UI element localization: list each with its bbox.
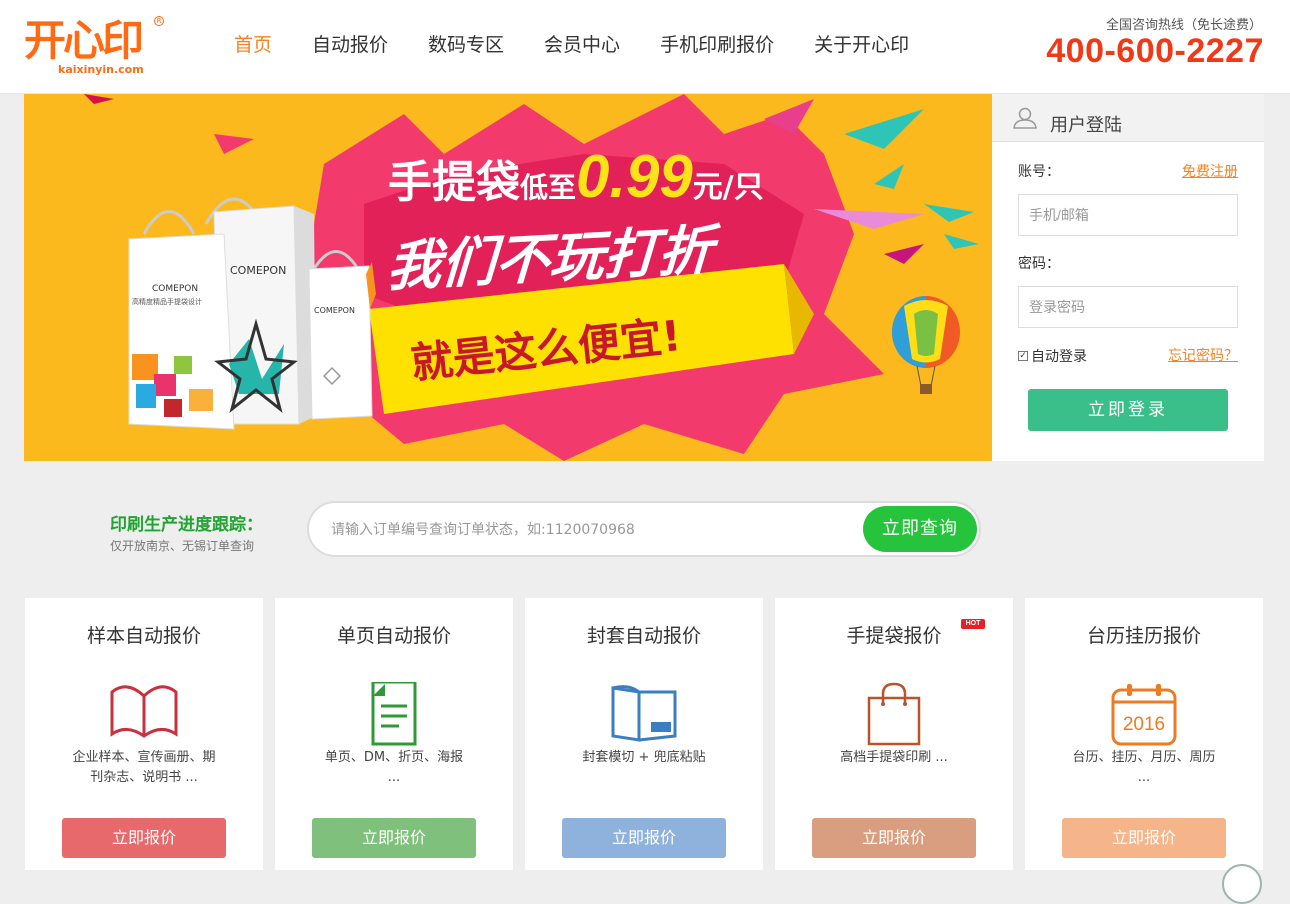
banner-price: 0.99 xyxy=(576,143,693,210)
banner-unit: 元/只 xyxy=(692,170,764,205)
auto-login[interactable]: ✓ 自动登录 xyxy=(1018,346,1087,366)
card-description: 单页、DM、折页、海报 ... xyxy=(324,750,464,785)
card-description: 企业样本、宣传画册、期刊杂志、说明书 ... xyxy=(72,750,216,785)
quote-card-calendar[interactable]: 台历挂历报价 2016 台历、挂历、月历、周历 ... 立即报价 xyxy=(1025,598,1263,870)
card-description: 封套模切 + 兜底粘贴 xyxy=(582,750,706,765)
logo-text: 开心印 xyxy=(24,16,144,65)
password-input[interactable] xyxy=(1018,286,1238,328)
site-logo[interactable]: 开心印 R kaixinyin.com xyxy=(24,16,174,78)
banner-headline: 手提袋低至0.99元/只 xyxy=(388,142,764,211)
bag-caption-left: 高精度精品手提袋设计 xyxy=(132,298,202,306)
confetti-shard xyxy=(84,94,114,104)
card-title: 单页自动报价 xyxy=(336,625,451,647)
confetti-shard xyxy=(884,244,924,264)
site-header: 开心印 R kaixinyin.com 首页 自动报价 数码专区 会员中心 手机… xyxy=(0,0,1290,94)
shopping-bag-icon xyxy=(867,682,921,746)
quote-card-brochure[interactable]: 样本自动报价 企业样本、宣传画册、期刊杂志、说明书 ... 立即报价 xyxy=(25,598,263,870)
banner-low-text: 低至 xyxy=(520,171,577,204)
quote-card-cover[interactable]: 封套自动报价 封套模切 + 兜底粘贴 立即报价 xyxy=(525,598,763,870)
confetti-shard xyxy=(874,164,904,189)
forgot-password-link[interactable]: 忘记密码？ xyxy=(1168,345,1238,365)
calendar-icon: 2016 xyxy=(1111,684,1177,746)
bag-brand-left: COMEPON xyxy=(152,284,199,294)
login-button[interactable]: 立即登录 xyxy=(1028,389,1228,431)
card-title: 台历挂历报价 xyxy=(1086,625,1201,647)
card-title: 样本自动报价 xyxy=(86,625,201,647)
login-panel: 用户登陆 账号： 免费注册 密码： ✓ 自动登录 忘记密码？ 立即登录 xyxy=(992,94,1264,461)
register-link[interactable]: 免费注册 xyxy=(1182,161,1238,181)
track-subtitle: 仅开放南京、无锡订单查询 xyxy=(110,539,255,553)
track-title: 印刷生产进度跟踪： xyxy=(110,515,263,535)
nav-item-home[interactable]: 首页 xyxy=(214,30,292,60)
nav-item-member[interactable]: 会员中心 xyxy=(524,30,640,60)
user-icon xyxy=(1013,107,1037,129)
password-label: 密码： xyxy=(1018,256,1060,272)
banner-product: 手提袋 xyxy=(388,157,520,208)
calendar-year-text: 2016 xyxy=(1123,714,1165,735)
main-nav: 首页 自动报价 数码专区 会员中心 手机印刷报价 关于开心印 xyxy=(214,30,929,60)
account-input[interactable] xyxy=(1018,194,1238,236)
account-label: 账号： xyxy=(1018,164,1060,180)
auto-login-label: 自动登录 xyxy=(1031,349,1087,365)
folder-cover-icon xyxy=(611,685,677,742)
login-title: 用户登陆 xyxy=(1050,115,1122,136)
confetti-shard xyxy=(924,204,974,222)
order-search-input[interactable]: 请输入订单编号查询订单状态，如:1120070968 xyxy=(331,515,851,545)
hotline-label: 全国咨询热线（免长途费） xyxy=(1105,18,1262,33)
card-description: 台历、挂历、月历、周历 ... xyxy=(1072,750,1216,785)
card-description: 高档手提袋印刷 ... xyxy=(840,750,948,765)
card-title: 封套自动报价 xyxy=(586,625,701,647)
quote-button[interactable]: 立即报价 xyxy=(62,818,226,858)
quote-button[interactable]: 立即报价 xyxy=(562,818,726,858)
nav-item-digital[interactable]: 数码专区 xyxy=(408,30,524,60)
login-header: 用户登陆 xyxy=(992,94,1264,142)
promo-banner[interactable]: COMEPON 高精度精品手提袋设计 COMEPON COMEPON 手提袋低至… xyxy=(24,94,992,461)
registered-mark-icon: R xyxy=(154,16,164,26)
nav-item-mobile-quote[interactable]: 手机印刷报价 xyxy=(640,30,794,60)
confetti-shard xyxy=(214,134,254,154)
bag-brand-middle: COMEPON xyxy=(230,264,287,277)
hot-badge: HOT xyxy=(961,619,985,629)
auto-login-checkbox[interactable]: ✓ xyxy=(1018,351,1028,361)
order-search-box: 请输入订单编号查询订单状态，如:1120070968 立即查询 xyxy=(307,501,981,557)
quote-button[interactable]: 立即报价 xyxy=(812,818,976,858)
nav-item-auto-quote[interactable]: 自动报价 xyxy=(292,30,408,60)
confetti-shard xyxy=(844,109,924,149)
quote-card-handbag[interactable]: 手提袋报价 HOT 高档手提袋印刷 ... 立即报价 xyxy=(775,598,1013,870)
confetti-shard xyxy=(944,234,979,249)
logo-domain: kaixinyin.com xyxy=(58,63,144,76)
hotline-number: 400-600-2227 xyxy=(1046,32,1264,70)
nav-item-about[interactable]: 关于开心印 xyxy=(794,30,929,60)
quote-button[interactable]: 立即报价 xyxy=(1062,818,1226,858)
order-search-button[interactable]: 立即查询 xyxy=(863,506,977,552)
bag-brand-right: COMEPON xyxy=(314,306,355,315)
document-icon xyxy=(371,682,417,746)
quote-card-flyer[interactable]: 单页自动报价 单页、DM、折页、海报 ... 立即报价 xyxy=(275,598,513,870)
open-book-icon xyxy=(110,685,178,738)
quote-button[interactable]: 立即报价 xyxy=(312,818,476,858)
hot-air-balloon xyxy=(892,296,960,394)
floating-service-button[interactable] xyxy=(1222,864,1262,904)
